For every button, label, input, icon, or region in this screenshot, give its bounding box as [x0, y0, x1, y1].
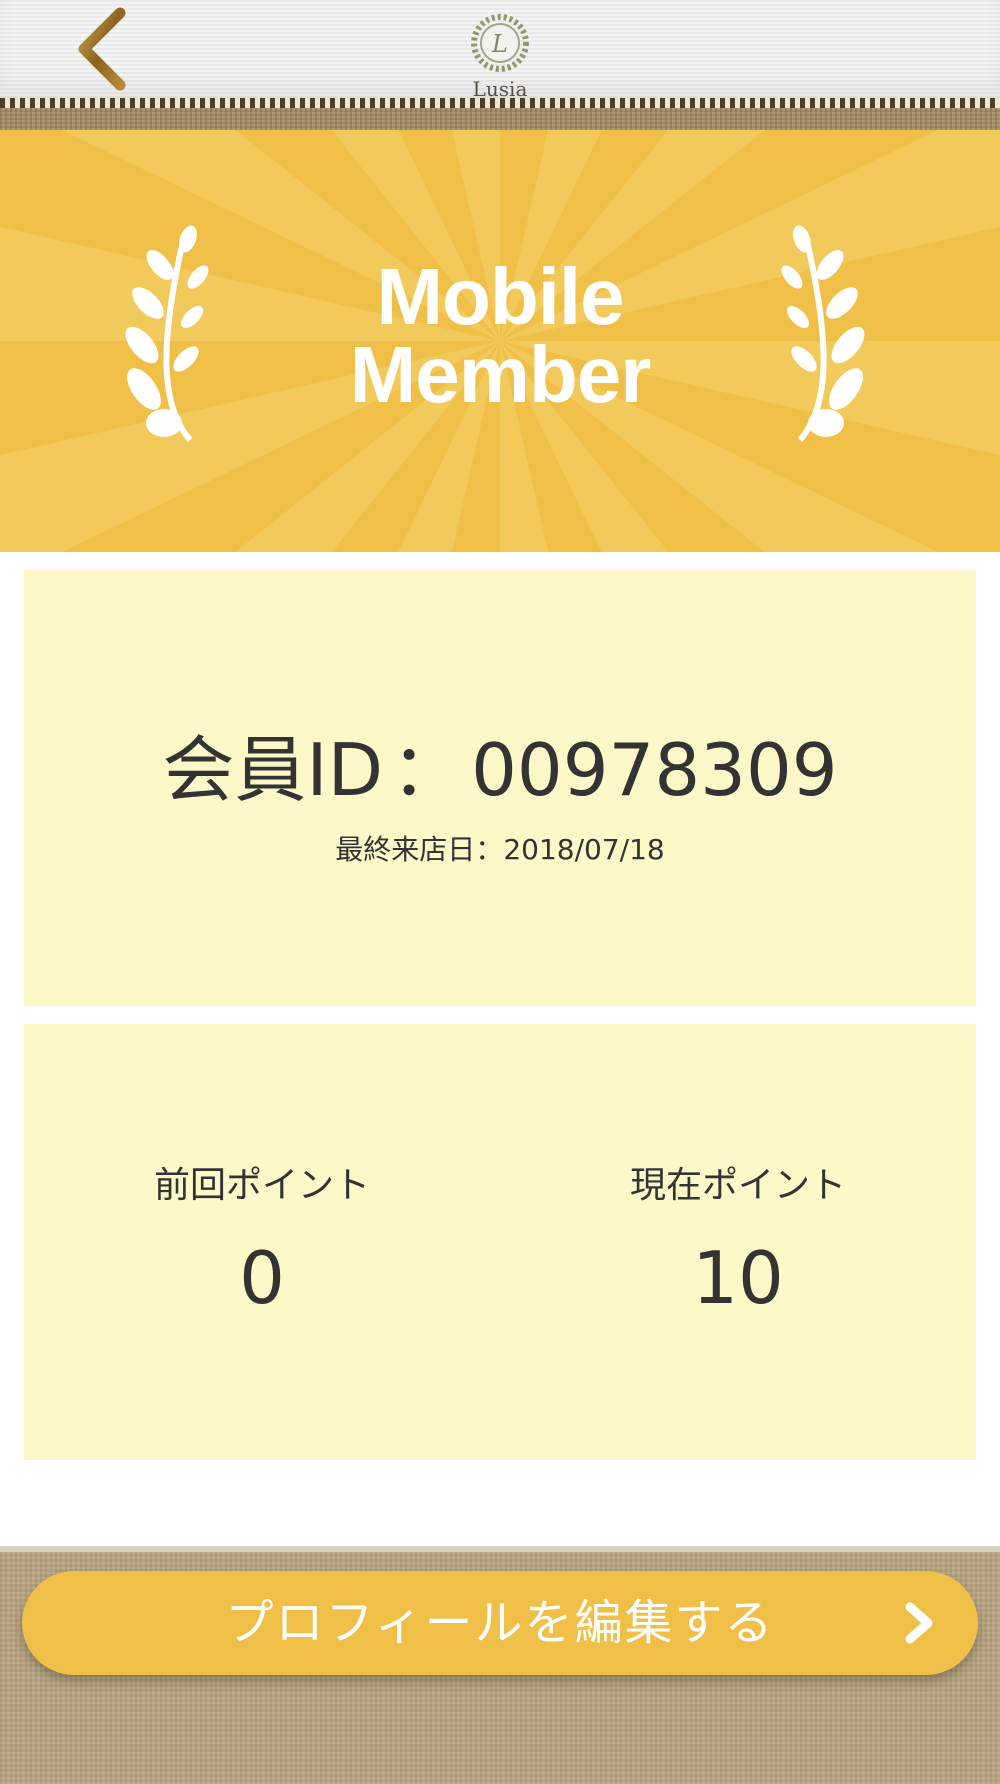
last-visit-value: 2018/07/18 [503, 833, 665, 866]
hero-title: Mobile Member [260, 252, 740, 419]
brand-logo: L Lusia [440, 6, 560, 101]
header-trim [0, 98, 1000, 130]
hero-banner: Mobile Member [0, 130, 1000, 552]
current-points-label: 現在ポイント [629, 1165, 846, 1206]
points-card: 前回ポイント 0 現在ポイント 10 [24, 1024, 976, 1460]
app-header: L Lusia [0, 0, 1000, 101]
current-points: 現在ポイント 10 [500, 1164, 976, 1328]
laurel-branch-icon [781, 225, 865, 442]
current-points-value: 10 [692, 1236, 784, 1320]
edit-profile-label: プロフィールを編集する [225, 1595, 775, 1651]
hero-title-line2: Member [349, 330, 652, 419]
back-button[interactable] [64, 6, 144, 92]
svg-text:L: L [491, 30, 508, 58]
wreath-logo-icon: L [471, 14, 529, 72]
last-visit: 最終来店日：2018/07/18 [24, 832, 976, 868]
laurel-branch-icon [125, 225, 209, 442]
chevron-right-icon [905, 1602, 933, 1644]
member-id-card: 会員ID： 00978309 最終来店日：2018/07/18 [24, 570, 976, 1006]
hero-title-line1: Mobile [376, 252, 624, 341]
last-visit-label: 最終来店日： [335, 833, 504, 866]
previous-points: 前回ポイント 0 [24, 1164, 500, 1328]
member-id-label: 会員ID [162, 728, 384, 812]
edit-profile-button[interactable]: プロフィールを編集する [22, 1571, 978, 1675]
member-id-value: 00978309 [471, 728, 838, 812]
brand-name: Lusia [472, 77, 528, 101]
previous-points-value: 0 [239, 1236, 285, 1320]
chevron-left-icon [78, 7, 126, 91]
member-id: 会員ID： 00978309 [24, 730, 976, 810]
member-id-separator: ： [391, 728, 464, 812]
previous-points-label: 前回ポイント [153, 1165, 370, 1206]
